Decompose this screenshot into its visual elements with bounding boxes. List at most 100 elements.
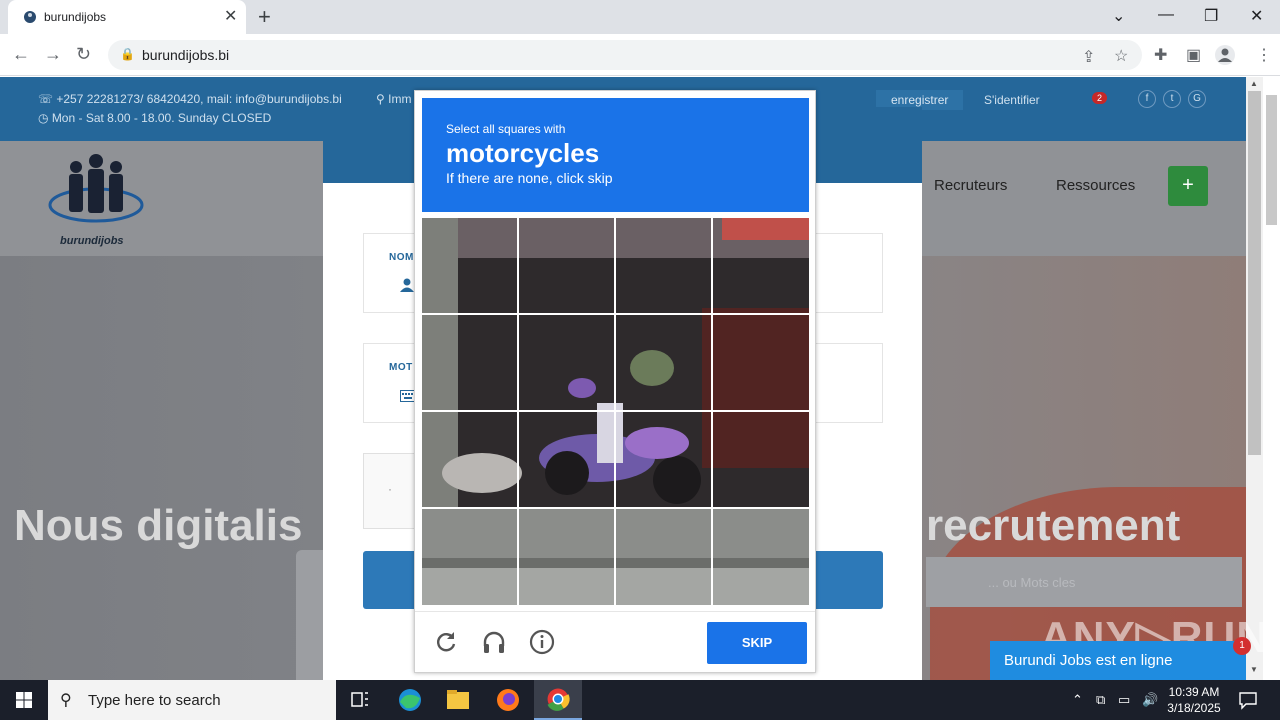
add-post-button[interactable]: + (1168, 166, 1208, 206)
menu-recruteurs[interactable]: Recruteurs (934, 177, 1007, 194)
scroll-up-icon[interactable]: ▲ (1250, 79, 1258, 88)
captcha-tile-14[interactable] (519, 509, 614, 604)
plus-icon: + (1182, 174, 1194, 196)
back-arrow-icon[interactable]: ← (12, 44, 30, 65)
windows-start-icon[interactable] (0, 680, 48, 720)
chrome-icon[interactable] (534, 680, 582, 720)
logo-text: burundijobs (60, 235, 124, 247)
restore-button[interactable]: ❐ (1204, 6, 1218, 26)
captcha-hint-text: If there are none, click skip (446, 170, 613, 186)
bookmark-star-icon[interactable]: ☆ (1114, 46, 1128, 66)
address-text: Imm (388, 92, 412, 106)
outer-scrollbar[interactable] (1263, 77, 1280, 680)
scrollbar-thumb[interactable] (1248, 91, 1261, 455)
address-bar[interactable]: 🔒 burundijobs.bi ⇪ ☆ (108, 40, 1142, 70)
new-tab-button[interactable]: + (258, 4, 271, 30)
captcha-tile-12[interactable] (713, 412, 808, 507)
menu-ressources[interactable]: Ressources (1056, 177, 1135, 194)
close-window-button[interactable]: ✕ (1250, 6, 1263, 26)
tab-close-icon[interactable]: ✕ (224, 6, 237, 26)
reload-icon[interactable]: ↻ (76, 44, 91, 65)
live-chat-button[interactable]: Burundi Jobs est en ligne (990, 641, 1246, 680)
headphones-icon[interactable] (481, 629, 507, 655)
search-icon: ⚲ (60, 692, 72, 709)
tab-title: burundijobs (44, 10, 107, 24)
captcha-anchor-dot: · (388, 482, 392, 496)
captcha-tile-15[interactable] (616, 509, 711, 604)
share-icon[interactable]: ⇪ (1082, 47, 1095, 67)
url-text[interactable]: burundijobs.bi (142, 47, 229, 63)
firefox-icon[interactable] (484, 680, 532, 720)
browser-toolbar: ← → ↻ 🔒 burundijobs.bi ⇪ ☆ ✚ ▣ ⋮ (0, 34, 1280, 76)
info-icon[interactable] (529, 629, 555, 655)
site-logo[interactable]: burundijobs (46, 147, 146, 257)
minimize-button[interactable]: — (1158, 6, 1174, 24)
password-field-label: MOT (389, 362, 413, 373)
captcha-tile-1[interactable] (422, 218, 517, 313)
notification-badge[interactable]: 2 (1092, 92, 1108, 104)
tray-chevron-icon[interactable]: ⌃ (1072, 692, 1083, 708)
forward-arrow-icon[interactable]: → (44, 44, 62, 65)
captcha-tile-16[interactable] (713, 509, 808, 604)
lock-icon: 🔒 (120, 47, 135, 61)
captcha-tile-5[interactable] (422, 315, 517, 410)
file-explorer-icon[interactable] (434, 680, 482, 720)
hours-text: Mon - Sat 8.00 - 18.00. Sunday CLOSED (51, 111, 272, 125)
captcha-image-grid (422, 218, 809, 605)
captcha-tile-2[interactable] (519, 218, 614, 313)
captcha-instructions: Select all squares with motorcycles If t… (422, 98, 809, 212)
login-link[interactable]: S'identifier (984, 93, 1040, 107)
volume-icon[interactable]: 🔊 (1142, 692, 1158, 708)
hero-headline-left: Nous digitalis (14, 501, 303, 550)
hero-search-input[interactable]: ... ou Mots cles (926, 557, 1242, 607)
site-favicon-icon (24, 11, 36, 23)
browser-tab[interactable]: burundijobs ✕ (8, 0, 246, 34)
captcha-tile-6[interactable] (519, 315, 614, 410)
hero-headline-right: recrutement (926, 501, 1181, 550)
google-icon[interactable]: G (1188, 90, 1206, 108)
scroll-down-icon[interactable]: ▼ (1250, 665, 1258, 674)
captcha-challenge-dialog: Select all squares with motorcycles If t… (414, 90, 816, 673)
logo-people-icon (48, 154, 144, 223)
twitter-icon[interactable]: t (1163, 90, 1181, 108)
facebook-icon[interactable]: f (1138, 90, 1156, 108)
captcha-tile-9[interactable] (422, 412, 517, 507)
captcha-target-word: motorcycles (446, 138, 600, 168)
contact-text: +257 22281273/ 68420420, mail: info@buru… (56, 92, 342, 106)
captcha-tile-8[interactable] (713, 315, 808, 410)
captcha-tile-3[interactable] (616, 218, 711, 313)
tray-device-icon[interactable]: ⧉ (1096, 692, 1105, 708)
outer-scrollbar-thumb[interactable] (1266, 95, 1277, 225)
captcha-footer: SKIP (415, 611, 815, 673)
captcha-tile-13[interactable] (422, 509, 517, 604)
edge-browser-icon[interactable] (386, 680, 434, 720)
clock-date: 3/18/2025 (1167, 701, 1221, 715)
skip-button[interactable]: SKIP (707, 622, 807, 664)
captcha-tile-4[interactable] (713, 218, 808, 313)
extensions-puzzle-icon[interactable]: ✚ (1154, 45, 1167, 65)
captcha-instruction-text: Select all squares with (446, 122, 566, 136)
chrome-menu-icon[interactable]: ⋮ (1256, 45, 1272, 65)
chat-notification-badge: 1 (1233, 637, 1251, 655)
opening-hours: ◷ Mon - Sat 8.00 - 18.00. Sunday CLOSED (38, 111, 272, 125)
tab-search-chevron-icon[interactable]: ⌄ (1112, 6, 1125, 26)
profile-avatar-icon[interactable] (1214, 44, 1236, 66)
user-icon (400, 278, 414, 292)
address-fragment: ⚲ Imm (376, 92, 412, 106)
captcha-tile-11[interactable] (616, 412, 711, 507)
network-icon[interactable]: ▭ (1118, 692, 1130, 708)
page-scrollbar[interactable]: ▲ ▼ (1246, 77, 1263, 680)
hero-laptop-image (296, 550, 326, 680)
reload-icon[interactable] (433, 629, 459, 655)
hero-search-placeholder: ... ou Mots cles (988, 575, 1076, 590)
side-panel-icon[interactable]: ▣ (1186, 45, 1201, 65)
live-chat-label: Burundi Jobs est en ligne (1004, 652, 1173, 669)
name-field-label: NOM (389, 252, 414, 263)
taskbar-clock[interactable]: 10:39 AM 3/18/2025 (1160, 684, 1228, 716)
captcha-tile-10[interactable] (519, 412, 614, 507)
notifications-icon[interactable] (1238, 690, 1258, 710)
taskbar-search-input[interactable]: ⚲ Type here to search (48, 680, 336, 720)
task-view-icon[interactable] (336, 680, 384, 720)
windows-taskbar: ⚲ Type here to search ⌃ ⧉ ▭ 🔊 10:39 AM 3… (0, 680, 1280, 720)
captcha-tile-7[interactable] (616, 315, 711, 410)
